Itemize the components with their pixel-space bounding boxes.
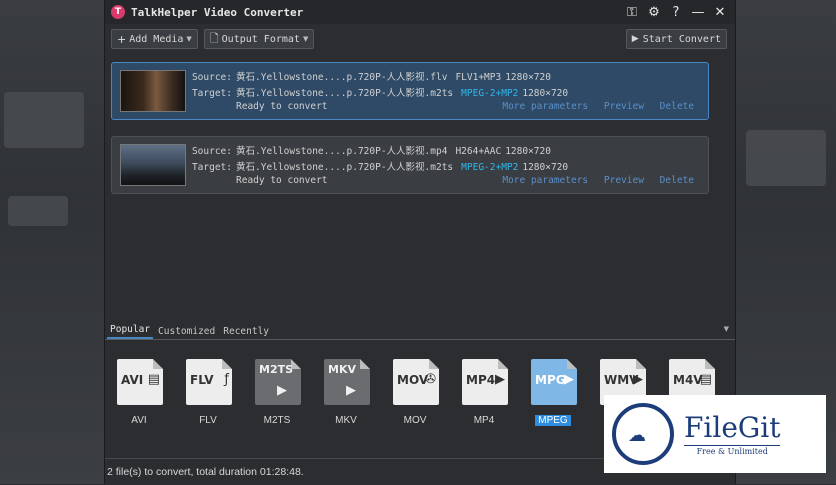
file-status: Ready to convert (236, 175, 328, 186)
document-icon: 🗋 (209, 31, 219, 45)
source-filename: 黄石.Yellowstone....p.720P-人人影视.flv (236, 72, 448, 83)
format-label: MOV (403, 415, 427, 426)
flv-file-icon: FLV ƒ (186, 359, 232, 405)
file-actions: More parameters Preview Delete (492, 175, 694, 186)
source-label: Source: (191, 72, 232, 83)
mpeg-file-icon: MPG ▶ (531, 359, 577, 405)
video-thumbnail (120, 70, 186, 112)
target-label: Target: (191, 88, 232, 99)
source-label: Source: (191, 146, 232, 157)
format-m2ts[interactable]: M2TS ▶ M2TS (245, 357, 309, 433)
play-icon: ▶ (631, 34, 639, 44)
tab-recently[interactable]: Recently (220, 326, 272, 339)
cloud-icon: ☁ (612, 403, 674, 465)
toolbar: + Add Media ▼ 🗋 Output Format ▼ ▶ Start … (105, 24, 735, 54)
file-item[interactable]: Source: 黄石.Yellowstone....p.720P-人人影视.mp4… (111, 136, 709, 194)
target-codec[interactable]: MPEG-2+MP2 (461, 88, 518, 99)
source-codec: FLV1+MP3 (455, 72, 502, 83)
target-resolution: 1280×720 (522, 162, 569, 173)
help-icon[interactable]: ? (665, 5, 687, 20)
m2ts-file-icon: M2TS ▶ (255, 359, 301, 405)
target-codec[interactable]: MPEG-2+MP2 (461, 162, 518, 173)
delete-link[interactable]: Delete (660, 175, 694, 186)
target-resolution: 1280×720 (522, 88, 569, 99)
format-label: MPEG (521, 415, 585, 426)
source-codec: H264+AAC (455, 146, 502, 157)
source-filename: 黄石.Yellowstone....p.720P-人人影视.mp4 (236, 146, 448, 157)
tab-customized[interactable]: Customized (155, 326, 218, 339)
file-item[interactable]: Source: 黄石.Yellowstone....p.720P-人人影视.flv… (111, 62, 709, 120)
chevron-down-icon: ▼ (186, 35, 192, 43)
preview-link[interactable]: Preview (604, 175, 644, 186)
format-avi[interactable]: AVI ▤ AVI (107, 357, 171, 433)
status-text: 2 file(s) to convert, total duration 01:… (107, 466, 304, 478)
delete-link[interactable]: Delete (660, 101, 694, 112)
format-mov[interactable]: MOV ✇ MOV (383, 357, 447, 433)
format-label: MKV (335, 415, 357, 426)
avi-file-icon: AVI ▤ (117, 359, 163, 405)
source-row: Source: 黄石.Yellowstone....p.720P-人人影视.flv… (190, 69, 551, 83)
target-label: Target: (191, 162, 232, 173)
close-icon[interactable]: ✕ (709, 5, 731, 20)
mkv-file-icon: MKV ▶ (324, 359, 370, 405)
mov-file-icon: MOV ✇ (393, 359, 439, 405)
chevron-down-icon[interactable]: ▼ (724, 325, 729, 333)
source-resolution: 1280×720 (505, 146, 551, 157)
app-logo-icon: T (111, 5, 125, 19)
target-row: Target: 黄石.Yellowstone....p.720P-人人影视.m2t… (190, 85, 568, 99)
window-controls: ⚿ ⚙ ? — ✕ (621, 0, 731, 24)
format-label: MP4 (473, 415, 495, 426)
minimize-icon[interactable]: — (687, 5, 709, 20)
mp4-file-icon: MP4 ▶ (462, 359, 508, 405)
format-mpeg[interactable]: MPG ▶ MPEG (521, 357, 585, 433)
format-mkv[interactable]: MKV ▶ MKV (314, 357, 378, 433)
start-convert-button[interactable]: ▶ Start Convert (625, 29, 727, 49)
format-tabs: Popular Customized Recently ▼ (105, 322, 735, 340)
output-format-label: Output Format (221, 33, 300, 45)
format-label: AVI (131, 415, 147, 426)
file-actions: More parameters Preview Delete (492, 101, 694, 112)
watermark-logo: ☁ FileGit Free & Unlimited (604, 395, 826, 473)
title-bar: T TalkHelper Video Converter ⚿ ⚙ ? — ✕ (105, 0, 735, 24)
target-filename: 黄石.Yellowstone....p.720P-人人影视.m2ts (236, 88, 454, 99)
file-status: Ready to convert (236, 101, 328, 112)
watermark-tagline: Free & Unlimited (684, 444, 781, 456)
start-convert-label: Start Convert (642, 33, 721, 45)
more-parameters-link[interactable]: More parameters (502, 101, 588, 112)
target-filename: 黄石.Yellowstone....p.720P-人人影视.m2ts (236, 162, 454, 173)
more-parameters-link[interactable]: More parameters (502, 175, 588, 186)
plus-icon: + (117, 32, 127, 46)
format-mp4[interactable]: MP4 ▶ MP4 (452, 357, 516, 433)
chevron-down-icon: ▼ (302, 35, 309, 43)
output-format-button[interactable]: 🗋 Output Format ▼ (203, 29, 315, 49)
background-left (0, 0, 104, 484)
file-list: Source: 黄石.Yellowstone....p.720P-人人影视.flv… (105, 54, 735, 322)
background-blob (4, 92, 84, 148)
key-icon[interactable]: ⚿ (621, 5, 643, 20)
preview-link[interactable]: Preview (604, 101, 644, 112)
add-media-button[interactable]: + Add Media ▼ (111, 29, 198, 49)
source-row: Source: 黄石.Yellowstone....p.720P-人人影视.mp4… (190, 143, 551, 157)
gear-icon[interactable]: ⚙ (643, 5, 665, 20)
watermark-name: FileGit (684, 410, 781, 444)
format-flv[interactable]: FLV ƒ FLV (176, 357, 240, 433)
app-title: TalkHelper Video Converter (131, 5, 304, 19)
tab-popular[interactable]: Popular (107, 324, 154, 339)
video-thumbnail (120, 144, 186, 186)
add-media-label: Add Media (129, 33, 184, 45)
format-label: FLV (199, 415, 217, 426)
background-blob (8, 196, 68, 226)
target-row: Target: 黄石.Yellowstone....p.720P-人人影视.m2t… (190, 159, 568, 173)
source-resolution: 1280×720 (505, 72, 551, 83)
format-label: M2TS (263, 415, 291, 426)
background-blob (746, 130, 826, 186)
